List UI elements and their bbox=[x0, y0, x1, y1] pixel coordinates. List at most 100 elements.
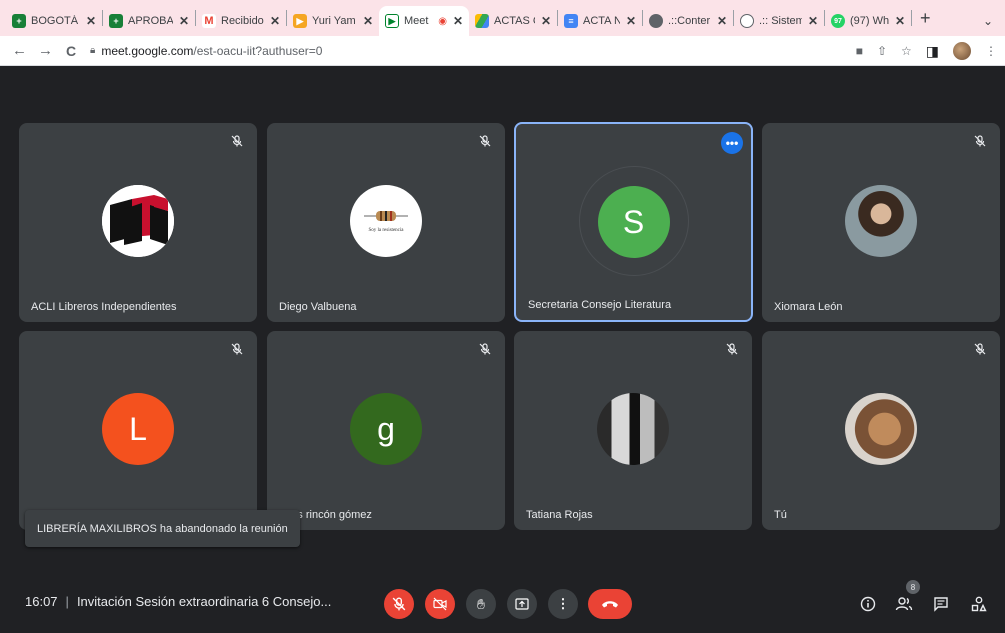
tab-gmail[interactable]: M Recibido ✕ bbox=[196, 6, 286, 36]
close-icon[interactable]: ✕ bbox=[717, 14, 727, 28]
address-bar-row: ← → C 🔒︎ meet.google.com/est-oacu-iit?au… bbox=[0, 36, 1005, 66]
tab-title: .:: Sistem bbox=[759, 15, 802, 27]
close-icon[interactable]: ✕ bbox=[86, 14, 96, 28]
url-field[interactable]: 🔒︎ meet.google.com/est-oacu-iit?authuser… bbox=[90, 44, 322, 58]
mic-off-icon bbox=[229, 341, 245, 357]
kebab-menu-icon[interactable]: ⋮ bbox=[985, 44, 997, 58]
participant-name: Xiomara León bbox=[774, 301, 843, 313]
share-icon[interactable]: ⇧ bbox=[877, 44, 887, 58]
close-icon[interactable]: ✕ bbox=[626, 14, 636, 28]
new-tab-icon[interactable]: + bbox=[920, 8, 931, 29]
participant-name: Tú bbox=[774, 509, 787, 521]
globe-icon bbox=[649, 14, 663, 28]
tab-sistem[interactable]: .:: Sistem ✕ bbox=[734, 6, 824, 36]
camera-icon[interactable]: ■ bbox=[856, 44, 863, 58]
tab-conter[interactable]: .::Conter ✕ bbox=[643, 6, 733, 36]
mic-toggle-button[interactable] bbox=[384, 589, 414, 619]
lock-icon: 🔒︎ bbox=[90, 45, 96, 56]
tab-drive[interactable]: ACTAS C ✕ bbox=[469, 6, 557, 36]
leave-call-button[interactable] bbox=[588, 589, 632, 619]
back-icon[interactable]: ← bbox=[12, 42, 27, 59]
sheets-icon: + bbox=[12, 14, 26, 28]
participant-tile-self[interactable]: Tú bbox=[762, 331, 1000, 530]
present-button[interactable] bbox=[507, 589, 537, 619]
participant-tile[interactable]: Tatiana Rojas bbox=[514, 331, 752, 530]
tab-docs[interactable]: ≡ ACTA N. ✕ bbox=[558, 6, 642, 36]
avatar: S bbox=[597, 186, 670, 258]
tab-title: BOGOTÁ bbox=[31, 15, 79, 27]
drive-icon bbox=[475, 14, 489, 28]
tab-title: (97) Wha bbox=[850, 15, 889, 27]
tab-bogota[interactable]: + BOGOTÁ ✕ bbox=[6, 6, 102, 36]
participant-name: Secretaria Consejo Literatura bbox=[528, 299, 672, 311]
youtube-icon: ▶ bbox=[293, 14, 307, 28]
participant-tile[interactable]: g la inés rincón gómez bbox=[267, 331, 505, 530]
left-meeting-toast: LIBRERÍA MAXILIBROS ha abandonado la reu… bbox=[25, 510, 300, 547]
mic-off-icon bbox=[724, 341, 740, 357]
participant-tile[interactable]: ACLI Libreros Independientes bbox=[19, 123, 257, 322]
people-button[interactable] bbox=[892, 592, 916, 616]
tab-separator bbox=[911, 10, 912, 26]
close-icon[interactable]: ✕ bbox=[453, 14, 463, 28]
recording-icon: ◉ bbox=[438, 15, 447, 27]
bookmark-star-icon[interactable]: ☆ bbox=[901, 44, 912, 58]
sheets-icon: + bbox=[109, 14, 123, 28]
whatsapp-icon: 97 bbox=[831, 14, 845, 28]
meet-icon: ▶ bbox=[385, 14, 399, 28]
participant-tile[interactable]: Xiomara León bbox=[762, 123, 1000, 322]
close-icon[interactable]: ✕ bbox=[895, 14, 905, 28]
avatar-photo bbox=[845, 393, 917, 465]
chevron-down-icon[interactable]: ⌄ bbox=[983, 14, 993, 28]
docs-icon: ≡ bbox=[564, 14, 578, 28]
activities-icon bbox=[971, 596, 987, 612]
tab-whatsapp[interactable]: 97 (97) Wha ✕ bbox=[825, 6, 911, 36]
participant-name: Tatiana Rojas bbox=[526, 509, 593, 521]
present-icon bbox=[515, 598, 529, 610]
tab-title: Yuri Yam bbox=[312, 15, 356, 27]
mic-off-icon bbox=[477, 133, 493, 149]
activities-button[interactable] bbox=[967, 592, 991, 616]
participant-name: Diego Valbuena bbox=[279, 301, 357, 313]
people-icon bbox=[895, 597, 913, 611]
url-path: /est-oacu-iit?authuser=0 bbox=[193, 43, 323, 58]
mic-off-icon bbox=[392, 597, 406, 611]
reload-icon[interactable]: C bbox=[64, 43, 78, 59]
gmail-icon: M bbox=[202, 14, 216, 28]
browser-toolbar-right: ■ ⇧ ☆ ◨ ⋮ bbox=[856, 36, 997, 66]
divider: | bbox=[65, 594, 69, 609]
participant-tile-speaking[interactable]: ••• S Secretaria Consejo Literatura bbox=[514, 122, 753, 322]
close-icon[interactable]: ✕ bbox=[179, 14, 189, 28]
tab-aproba[interactable]: + APROBA ✕ bbox=[103, 6, 195, 36]
tab-title: ACTA N. bbox=[583, 15, 620, 27]
tab-meet[interactable]: ▶ Meet ◉ ✕ bbox=[379, 6, 469, 36]
raise-hand-button[interactable]: ✋︎ bbox=[466, 589, 496, 619]
close-icon[interactable]: ✕ bbox=[808, 14, 818, 28]
meeting-details-button[interactable] bbox=[856, 592, 880, 616]
mic-off-icon bbox=[972, 341, 988, 357]
profile-avatar[interactable] bbox=[953, 42, 971, 60]
more-options-icon[interactable]: ••• bbox=[721, 132, 743, 154]
info-icon bbox=[860, 596, 876, 612]
kebab-menu-icon: ⋮ bbox=[556, 596, 570, 611]
camera-toggle-button[interactable] bbox=[425, 589, 455, 619]
participant-tile[interactable]: L bbox=[19, 331, 257, 530]
hand-icon: ✋︎ bbox=[477, 595, 485, 612]
more-options-button[interactable]: ⋮ bbox=[548, 589, 578, 619]
forward-icon[interactable]: → bbox=[38, 42, 53, 59]
chat-button[interactable] bbox=[929, 592, 953, 616]
tab-title: Meet bbox=[404, 15, 429, 27]
participant-tile[interactable]: Soy la resistencia Diego Valbuena bbox=[267, 123, 505, 322]
tab-title: APROBA bbox=[128, 15, 173, 27]
close-icon[interactable]: ✕ bbox=[541, 14, 551, 28]
mic-off-icon bbox=[972, 133, 988, 149]
tab-youtube[interactable]: ▶ Yuri Yam ✕ bbox=[287, 6, 379, 36]
close-icon[interactable]: ✕ bbox=[270, 14, 280, 28]
participant-name: ACLI Libreros Independientes bbox=[31, 301, 177, 313]
sidepanel-icon[interactable]: ◨ bbox=[926, 43, 939, 60]
avatar: Soy la resistencia bbox=[350, 185, 422, 257]
mic-off-icon bbox=[477, 341, 493, 357]
close-icon[interactable]: ✕ bbox=[363, 14, 373, 28]
mic-off-icon bbox=[229, 133, 245, 149]
hang-up-icon bbox=[602, 601, 618, 608]
browser-tab-bar: + BOGOTÁ ✕ + APROBA ✕ M Recibido ✕ ▶ Yur… bbox=[0, 0, 1005, 36]
